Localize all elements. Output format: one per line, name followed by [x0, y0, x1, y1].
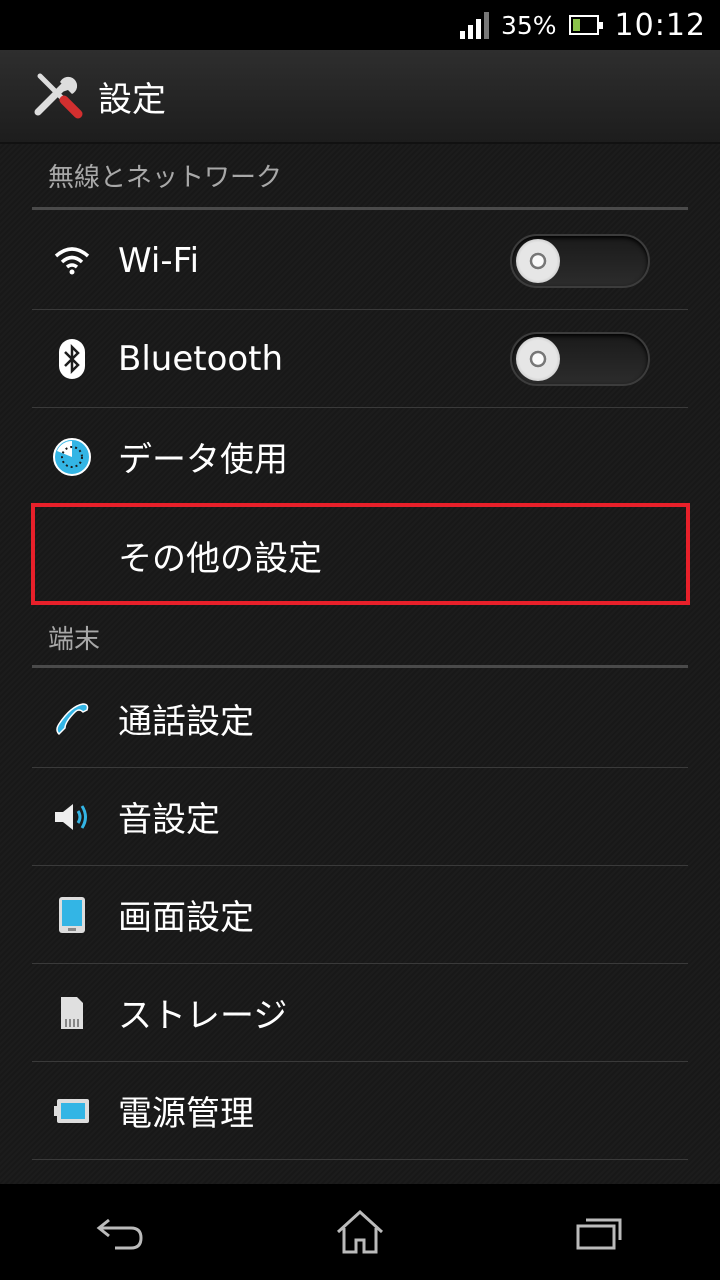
- sd-card-icon: [52, 993, 92, 1033]
- list-item-data-usage[interactable]: データ使用: [32, 408, 688, 506]
- data-usage-label: データ使用: [118, 440, 288, 480]
- recent-apps-icon: [576, 1218, 622, 1250]
- display-settings-label: 画面設定: [118, 898, 254, 938]
- data-usage-icon: [52, 437, 92, 477]
- bluetooth-icon: [52, 338, 92, 379]
- signal-icon: [459, 11, 489, 39]
- list-item-power-management[interactable]: 電源管理: [32, 1062, 688, 1160]
- bluetooth-label: Bluetooth: [118, 338, 284, 379]
- wifi-toggle[interactable]: [510, 233, 650, 288]
- list-item-wifi[interactable]: Wi-Fi: [32, 212, 688, 310]
- status-bar: 35% 10:12: [0, 0, 720, 50]
- section-header-device: 端末: [32, 610, 688, 668]
- toggle-knob: [516, 336, 560, 381]
- battery-percent: 35%: [500, 10, 557, 40]
- settings-tools-icon: [34, 73, 83, 119]
- home-button[interactable]: [320, 1202, 400, 1262]
- storage-label: ストレージ: [118, 996, 288, 1036]
- recent-apps-button[interactable]: [560, 1202, 640, 1262]
- power-management-label: 電源管理: [118, 1094, 254, 1134]
- phone-icon: [52, 699, 92, 739]
- highlight-box: [31, 503, 690, 605]
- clock: 10:12: [614, 7, 706, 43]
- navigation-bar: [0, 1184, 720, 1280]
- list-item-storage[interactable]: ストレージ: [32, 964, 688, 1062]
- speaker-icon: [52, 797, 92, 837]
- home-icon: [336, 1210, 384, 1254]
- section-header-wireless: 無線とネットワーク: [32, 144, 688, 210]
- page-title: 設定: [98, 79, 166, 120]
- wifi-label: Wi-Fi: [118, 240, 200, 281]
- toggle-knob: [516, 238, 560, 283]
- list-item-call-settings[interactable]: 通話設定: [32, 670, 688, 768]
- display-icon: [52, 895, 92, 935]
- settings-list[interactable]: 無線とネットワーク Wi-Fi Bluetooth データ使用 その他の設定 端…: [0, 144, 720, 1184]
- list-item-sound-settings[interactable]: 音設定: [32, 768, 688, 866]
- battery-status-icon: [568, 15, 603, 35]
- action-bar: 設定: [0, 50, 720, 144]
- back-button[interactable]: [80, 1202, 160, 1262]
- list-item-bluetooth[interactable]: Bluetooth: [32, 310, 688, 408]
- call-settings-label: 通話設定: [118, 702, 254, 742]
- battery-icon: [52, 1091, 92, 1131]
- list-item-display-settings[interactable]: 画面設定: [32, 866, 688, 964]
- sound-settings-label: 音設定: [118, 800, 220, 840]
- wifi-icon: [52, 241, 92, 281]
- back-icon: [96, 1218, 143, 1250]
- bluetooth-toggle[interactable]: [510, 331, 650, 386]
